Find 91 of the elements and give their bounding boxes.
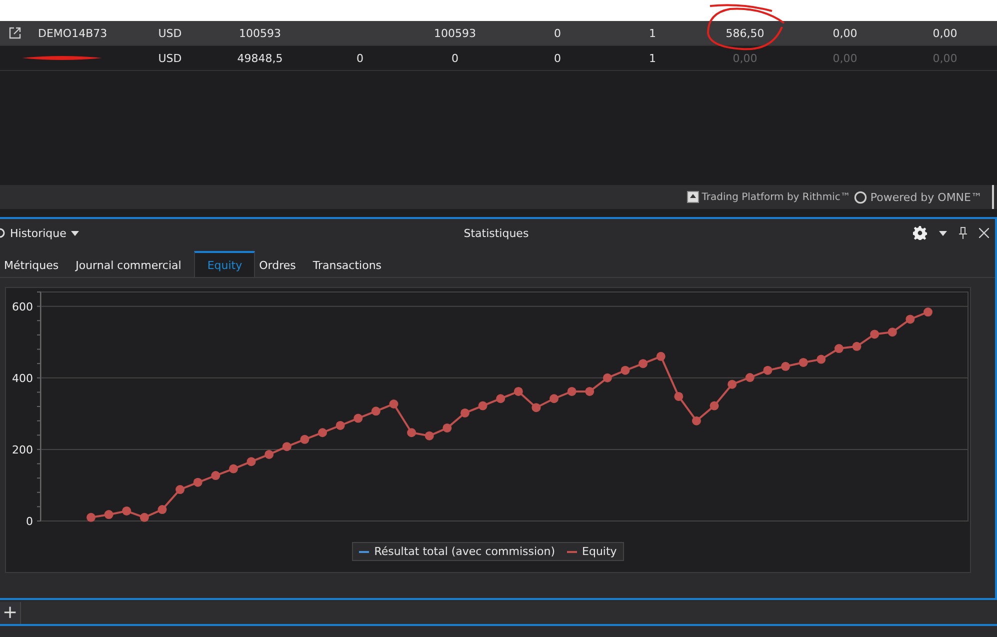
data-point [193,478,202,487]
table-cell: 49848,5 [237,52,283,64]
data-point [798,358,808,367]
data-point [567,386,576,396]
data-point [781,362,790,371]
panel-title: Statistiques [462,226,530,240]
data-point [318,428,327,438]
data-point [211,471,220,480]
axis-label: 600 [12,300,33,314]
data-point [104,510,114,520]
table-cell: 0,00 [732,52,758,64]
caret-icon [71,230,80,236]
close-icon[interactable] [979,228,989,238]
data-point [122,506,132,516]
table-cell: 1 [649,52,656,64]
axis-label: 400 [12,372,33,385]
legend-label: Résultat total (avec commission) [374,545,556,558]
table-cell: USD [158,26,182,40]
data-point [478,401,488,410]
data-point [442,423,452,432]
data-point [550,394,559,404]
table-cell: 0 [554,26,561,40]
data-point [532,403,541,412]
axis-label: 200 [12,443,33,456]
data-point [228,464,238,474]
table-cell: 0,00 [832,52,858,64]
table-cell: 0,00 [832,26,858,40]
data-point [496,394,506,404]
data-point [602,373,612,382]
data-point [424,431,434,440]
data-point [158,505,167,514]
data-point [585,386,594,396]
data-point [300,434,310,444]
data-point [870,330,880,339]
axis-label: 0 [26,515,33,528]
data-point [264,450,274,459]
table-cell: 0 [452,52,458,64]
data-point [692,416,701,426]
upload-icon [686,191,699,203]
table-cell: 1 [649,26,656,40]
data-point [710,401,719,410]
tab[interactable]: Journal commercial [72,251,194,277]
data-point [728,380,737,389]
data-point [638,359,648,368]
data-point [816,354,826,364]
ring-icon [854,190,868,204]
tab[interactable]: Equity [194,251,256,277]
data-point [852,342,862,351]
data-point [674,392,684,401]
platform-text: Trading Platform by Rithmic™ [702,192,850,202]
data-point [282,442,292,452]
data-point [763,366,772,375]
data-point [620,366,630,375]
data-point [354,414,363,423]
data-point [86,512,96,522]
account-row[interactable]: DEMO14B73 USD 100593 100593 0 1 586,50 0,00 0,00 [0,21,997,46]
table-cell: 586,50 [726,26,764,40]
data-point [371,406,380,416]
data-point [924,308,932,317]
data-point [888,328,897,337]
tab[interactable]: Ordres [255,251,309,277]
table-cell: 0,00 [932,26,958,40]
tab[interactable]: Métriques [0,251,72,277]
data-point [176,485,185,494]
legend-label: Equity [582,545,617,558]
settings-icon[interactable] [913,226,927,240]
account-name: DEMO14B73 [38,26,108,40]
data-point [906,314,915,324]
history-dropdown[interactable]: Historique [0,226,80,240]
data-point [407,428,416,438]
data-point [389,400,398,408]
data-point [514,386,523,396]
table-cell: 0 [554,52,561,64]
data-point [656,352,666,361]
data-point [336,420,345,430]
external-link-icon[interactable] [9,27,21,39]
table-cell: USD [158,52,182,64]
data-point [140,512,149,522]
pin-icon[interactable] [959,227,967,239]
table-cell: 100593 [434,26,476,40]
tab[interactable]: Transactions [308,251,395,277]
data-point [246,457,256,466]
data-point [460,408,470,418]
table-cell: 100593 [239,26,281,40]
table-cell: 0,00 [932,52,958,64]
powered-text: Powered by OMNE™ [870,190,982,204]
caret-icon[interactable] [939,230,947,236]
table-cell: 0 [356,52,364,64]
data-point [834,344,844,354]
data-point [745,373,754,382]
add-button[interactable]: + [0,602,21,624]
